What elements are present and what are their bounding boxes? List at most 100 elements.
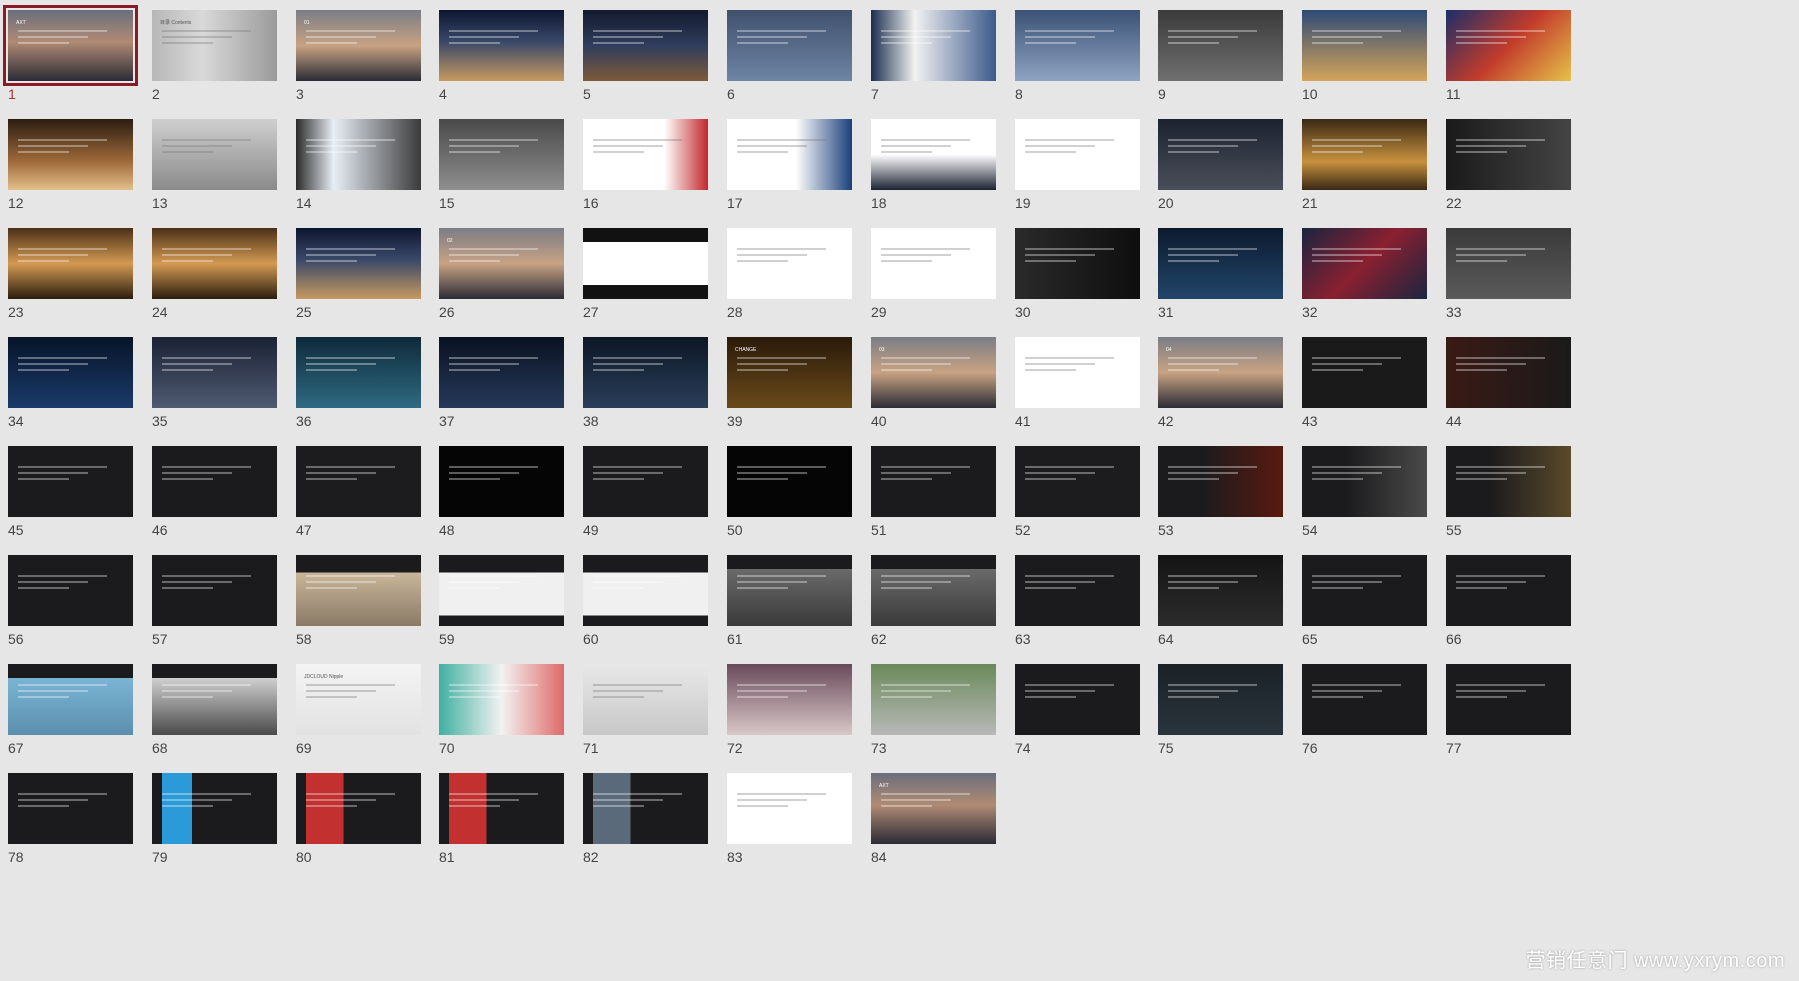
slide-number: 15 [439, 195, 455, 211]
slide-thumbnail-81[interactable] [439, 773, 564, 844]
slide-thumbnail-36[interactable] [296, 337, 421, 408]
slide-number: 1 [8, 86, 16, 102]
slide-thumbnail-79[interactable] [152, 773, 277, 844]
slide-number: 29 [871, 304, 887, 320]
slide-thumbnail-75[interactable] [1158, 664, 1283, 735]
slide-thumbnail-12[interactable] [8, 119, 133, 190]
slide-thumbnail-26[interactable]: 02 [439, 228, 564, 299]
slide-content-placeholder [737, 357, 842, 375]
slide-thumbnail-10[interactable] [1302, 10, 1427, 81]
slide-thumbnail-69[interactable]: JDCLOUD Nipple [296, 664, 421, 735]
slide-thumbnail-60[interactable] [583, 555, 708, 626]
slide-thumbnail-33[interactable] [1446, 228, 1571, 299]
slide-thumbnail-24[interactable] [152, 228, 277, 299]
slide-thumbnail-11[interactable] [1446, 10, 1571, 81]
slide-thumbnail-6[interactable] [727, 10, 852, 81]
slide-thumbnail-17[interactable] [727, 119, 852, 190]
slide-thumbnail-21[interactable] [1302, 119, 1427, 190]
slide-thumbnail-35[interactable] [152, 337, 277, 408]
slide-thumbnail-15[interactable] [439, 119, 564, 190]
slide-thumbnail-78[interactable] [8, 773, 133, 844]
slide-content-placeholder [1456, 30, 1561, 48]
slide-thumbnail-37[interactable] [439, 337, 564, 408]
slide-thumbnail-74[interactable] [1015, 664, 1140, 735]
slide-thumbnail-58[interactable] [296, 555, 421, 626]
slide-thumbnail-52[interactable] [1015, 446, 1140, 517]
slide-thumbnail-46[interactable] [152, 446, 277, 517]
slide-content-placeholder [18, 357, 123, 375]
slide-thumbnail-64[interactable] [1158, 555, 1283, 626]
slide-thumbnail-42[interactable]: 04 [1158, 337, 1283, 408]
slide-thumbnail-57[interactable] [152, 555, 277, 626]
slide-thumbnail-32[interactable] [1302, 228, 1427, 299]
slide-thumbnail-73[interactable] [871, 664, 996, 735]
slide-thumbnail-5[interactable] [583, 10, 708, 81]
slide-thumbnail-48[interactable] [439, 446, 564, 517]
slide-thumbnail-28[interactable] [727, 228, 852, 299]
slide-thumbnail-25[interactable] [296, 228, 421, 299]
slide-thumbnail-13[interactable] [152, 119, 277, 190]
slide-thumbnail-19[interactable] [1015, 119, 1140, 190]
slide-thumbnail-51[interactable] [871, 446, 996, 517]
slide-thumbnail-63[interactable] [1015, 555, 1140, 626]
slide-content-placeholder [1312, 357, 1417, 375]
slide-thumbnail-83[interactable] [727, 773, 852, 844]
slide-thumbnail-61[interactable] [727, 555, 852, 626]
slide-title: 03 [879, 347, 885, 353]
slide-content-placeholder [593, 357, 698, 375]
slide-thumbnail-4[interactable] [439, 10, 564, 81]
slide-thumbnail-77[interactable] [1446, 664, 1571, 735]
slide-thumbnail-43[interactable] [1302, 337, 1427, 408]
slide-thumbnail-49[interactable] [583, 446, 708, 517]
slide-content-placeholder [1456, 575, 1561, 593]
slide-thumbnail-67[interactable] [8, 664, 133, 735]
slide-thumbnail-55[interactable] [1446, 446, 1571, 517]
slide-thumbnail-27[interactable] [583, 228, 708, 299]
slide-thumbnail-47[interactable] [296, 446, 421, 517]
slide-thumbnail-80[interactable] [296, 773, 421, 844]
slide-thumbnail-1[interactable]: AXT [3, 5, 138, 86]
slide-content-placeholder [306, 248, 411, 266]
slide-thumbnail-3[interactable]: 01 [296, 10, 421, 81]
slide-thumbnail-14[interactable] [296, 119, 421, 190]
slide-thumbnail-70[interactable] [439, 664, 564, 735]
slide-thumbnail-82[interactable] [583, 773, 708, 844]
slide-thumbnail-44[interactable] [1446, 337, 1571, 408]
slide-thumbnail-68[interactable] [152, 664, 277, 735]
slide-thumbnail-41[interactable] [1015, 337, 1140, 408]
slide-thumbnail-53[interactable] [1158, 446, 1283, 517]
slide-thumbnail-18[interactable] [871, 119, 996, 190]
slide-thumbnail-59[interactable] [439, 555, 564, 626]
slide-thumbnail-84[interactable]: AXT [871, 773, 996, 844]
slide-thumbnail-23[interactable] [8, 228, 133, 299]
slide-thumbnail-71[interactable] [583, 664, 708, 735]
slide-thumbnail-76[interactable] [1302, 664, 1427, 735]
slide-thumbnail-54[interactable] [1302, 446, 1427, 517]
slide-thumbnail-30[interactable] [1015, 228, 1140, 299]
slide-thumbnail-39[interactable]: CHANGE [727, 337, 852, 408]
slide-thumbnail-65[interactable] [1302, 555, 1427, 626]
slide-thumbnail-20[interactable] [1158, 119, 1283, 190]
slide-thumbnail-72[interactable] [727, 664, 852, 735]
slide-thumbnail-62[interactable] [871, 555, 996, 626]
slide-content-placeholder [449, 30, 554, 48]
slide-thumbnail-38[interactable] [583, 337, 708, 408]
slide-thumbnail-2[interactable]: 目录 Contents [152, 10, 277, 81]
slide-thumbnail-56[interactable] [8, 555, 133, 626]
slide-thumbnail-45[interactable] [8, 446, 133, 517]
slide-thumbnail-31[interactable] [1158, 228, 1283, 299]
slide-thumbnail-8[interactable] [1015, 10, 1140, 81]
slide-title: 04 [1166, 347, 1172, 353]
slide-thumbnail-40[interactable]: 03 [871, 337, 996, 408]
slide-thumbnail-29[interactable] [871, 228, 996, 299]
slide-content-placeholder [881, 139, 986, 157]
slide-thumbnail-7[interactable] [871, 10, 996, 81]
slide-number: 31 [1158, 304, 1174, 320]
slide-thumbnail-34[interactable] [8, 337, 133, 408]
slide-thumbnail-9[interactable] [1158, 10, 1283, 81]
slide-thumbnail-66[interactable] [1446, 555, 1571, 626]
slide-content-placeholder [306, 793, 411, 811]
slide-thumbnail-16[interactable] [583, 119, 708, 190]
slide-thumbnail-22[interactable] [1446, 119, 1571, 190]
slide-thumbnail-50[interactable] [727, 446, 852, 517]
